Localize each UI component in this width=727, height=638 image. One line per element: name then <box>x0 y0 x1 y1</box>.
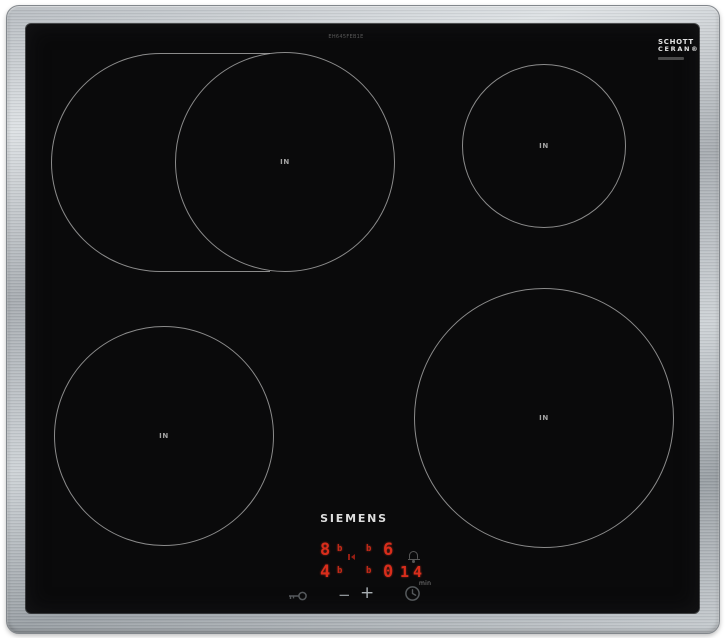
level-display-front-left: 4 <box>320 562 331 582</box>
key-icon[interactable] <box>287 588 309 607</box>
level-display-rear-right: 6 <box>383 540 394 560</box>
schott-ceran-logo: SCHOTT CERAN® <box>658 38 699 60</box>
schott-logo-subtext <box>658 56 684 60</box>
boost-indicator-2: b <box>366 544 372 554</box>
zone-link-icon <box>348 554 355 560</box>
zone-bottom-right: IN <box>414 288 674 548</box>
zone-bottom-left: IN <box>54 326 274 546</box>
zone-link-bar <box>348 554 350 560</box>
zone-link-arrow <box>350 554 355 560</box>
boost-indicator-4: b <box>366 566 372 576</box>
cooktop-product-image: EH645FEB1E SCHOTT CERAN® IN IN IN IN SIE… <box>0 0 727 638</box>
minus-button[interactable]: − <box>338 588 351 603</box>
zone-bottom-left-label: IN <box>159 432 169 440</box>
bell-icon-shape <box>407 551 420 563</box>
schott-logo-line2: CERAN® <box>658 45 700 54</box>
ceran-glass-surface: EH645FEB1E SCHOTT CERAN® IN IN IN IN SIE… <box>26 24 699 613</box>
model-label: EH645FEB1E <box>328 34 364 40</box>
zone-top-right-label: IN <box>539 142 549 150</box>
boost-indicator-3: b <box>337 566 343 576</box>
zone-top-left-label: IN <box>280 158 290 166</box>
zone-top-left: IN <box>175 52 395 272</box>
boost-indicator-1: b <box>337 544 343 554</box>
steel-frame: EH645FEB1E SCHOTT CERAN® IN IN IN IN SIE… <box>6 5 720 634</box>
brand-logo: SIEMENS <box>320 512 388 525</box>
level-display-front-right: 0 <box>383 562 394 582</box>
level-display-rear-left: 8 <box>320 540 331 560</box>
zone-bottom-right-label: IN <box>539 414 549 422</box>
clock-icon[interactable] <box>404 585 421 606</box>
plus-button[interactable]: + <box>360 585 374 602</box>
zone-top-right: IN <box>462 64 626 228</box>
bell-icon <box>407 551 420 563</box>
timer-display: 14 <box>400 563 427 581</box>
